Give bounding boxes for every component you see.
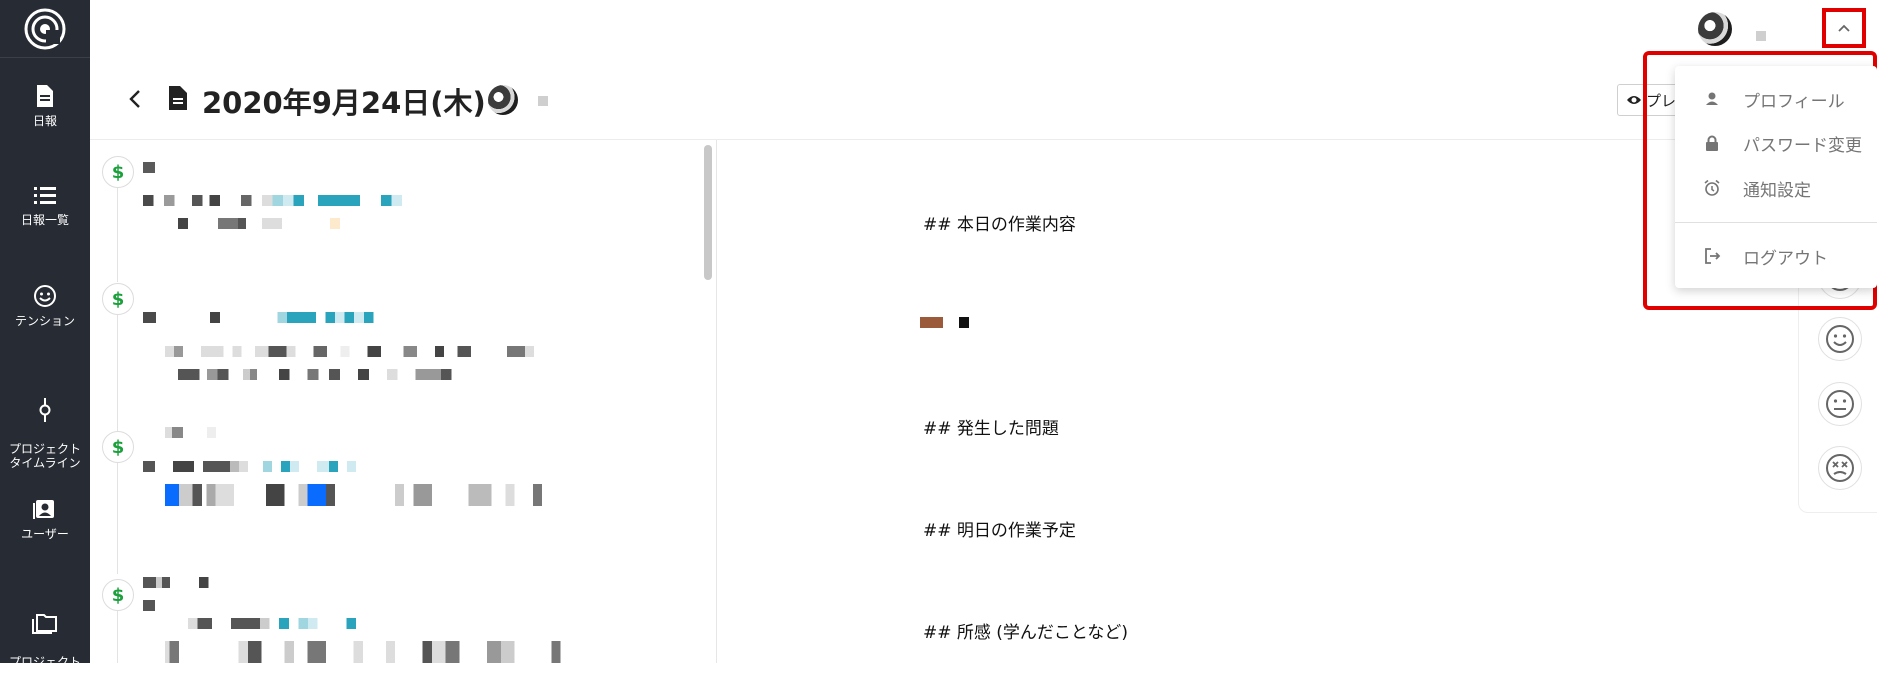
redacted-text-block xyxy=(920,317,980,328)
redacted-text-block xyxy=(143,577,223,588)
sidebar-item-label: プロジェクト 管理 xyxy=(8,655,81,683)
redacted-text-block xyxy=(178,369,538,380)
entry-badge-icon[interactable]: $ xyxy=(102,579,134,611)
redacted-text-block xyxy=(165,346,615,357)
app-logo[interactable] xyxy=(0,0,90,58)
redacted-text-block xyxy=(165,641,625,663)
logout-icon xyxy=(1705,248,1721,264)
markdown-heading-plan-tomorrow: ## 明日の作業予定 xyxy=(923,521,1076,541)
timeline-node-icon xyxy=(39,398,51,422)
menu-item-logout[interactable]: ログアウト xyxy=(1675,236,1877,276)
user-dropdown-menu: プロフィール パスワード変更 通知設定 ログアウト xyxy=(1675,66,1877,288)
entry-badge-icon[interactable]: $ xyxy=(102,156,134,188)
timeline-line xyxy=(117,610,118,663)
sidebar-item-label: テンション xyxy=(14,314,75,328)
sidebar-item-label: 日報一覧 xyxy=(20,213,69,227)
alarm-icon xyxy=(1704,179,1720,196)
file-document-icon xyxy=(37,85,53,107)
user-avatar[interactable] xyxy=(1698,12,1732,46)
redacted-text-block xyxy=(165,427,225,438)
sidebar-item-users[interactable]: ユーザー xyxy=(0,497,90,541)
menu-divider xyxy=(1675,222,1877,223)
author-name-redacted xyxy=(538,96,548,106)
entry-badge-icon[interactable]: $ xyxy=(102,431,134,463)
sidebar-item-project-timeline[interactable]: プロジェクト タイムライン xyxy=(0,384,90,470)
redacted-text-block xyxy=(165,484,625,506)
markdown-heading-work-today: ## 本日の作業内容 xyxy=(923,215,1076,235)
sidebar-item-daily-report[interactable]: 日報 xyxy=(0,84,90,128)
sidebar-item-tension[interactable]: テンション xyxy=(0,284,90,328)
app-logo-icon xyxy=(24,8,66,49)
folder-multiple-icon xyxy=(32,614,57,634)
neutral-face-icon xyxy=(1826,390,1854,418)
smiley-icon xyxy=(34,285,56,307)
markdown-editor[interactable] xyxy=(717,140,1797,663)
redacted-text-block xyxy=(178,218,378,229)
menu-item-label: プロフィール xyxy=(1743,91,1845,112)
sidebar-item-label: 日報 xyxy=(32,114,57,128)
timeline-line xyxy=(117,462,118,574)
redacted-text-block xyxy=(143,195,493,206)
lock-icon xyxy=(1706,135,1718,151)
menu-item-profile[interactable]: プロフィール xyxy=(1675,79,1877,119)
user-name-redacted xyxy=(1756,31,1766,41)
sidebar-item-label: ユーザー xyxy=(21,527,69,541)
smiley-icon xyxy=(1826,325,1854,353)
file-document-icon xyxy=(169,86,187,110)
eye-icon xyxy=(1627,96,1641,104)
sidebar-item-label: プロジェクト タイムライン xyxy=(8,442,81,470)
tension-option-smile[interactable] xyxy=(1818,317,1862,361)
tension-option-neutral[interactable] xyxy=(1818,382,1862,426)
redacted-text-block xyxy=(143,600,155,611)
user-menu-toggle-button[interactable] xyxy=(1822,8,1866,48)
menu-item-notification-settings[interactable]: 通知設定 xyxy=(1675,168,1877,208)
timeline-line xyxy=(117,186,118,282)
dizzy-face-icon xyxy=(1826,454,1854,482)
markdown-heading-impressions: ## 所感 (学んだことなど) xyxy=(923,623,1129,643)
menu-item-label: ログアウト xyxy=(1743,248,1828,269)
list-icon xyxy=(34,187,56,204)
redacted-text-block xyxy=(143,162,155,173)
menu-item-label: 通知設定 xyxy=(1743,180,1811,201)
account-box-icon xyxy=(33,500,54,519)
sidebar: 日報 日報一覧 テンション プロジェクト タイムライン ユーザー プロジェクト … xyxy=(0,0,90,683)
sidebar-item-project-management[interactable]: プロジェクト 管理 xyxy=(0,597,90,683)
redacted-text-block xyxy=(143,461,443,472)
page-title: 2020年9月24日(木) xyxy=(202,86,486,120)
menu-item-change-password[interactable]: パスワード変更 xyxy=(1675,123,1877,163)
top-bar xyxy=(90,0,1877,65)
chevron-up-icon xyxy=(1838,24,1850,32)
redacted-text-block xyxy=(188,618,428,629)
author-avatar xyxy=(488,85,518,115)
markdown-heading-problems: ## 発生した問題 xyxy=(923,419,1059,439)
account-icon xyxy=(1706,92,1718,105)
menu-item-label: パスワード変更 xyxy=(1743,135,1862,156)
timeline-scrollbar[interactable] xyxy=(704,145,712,280)
tension-option-dizzy[interactable] xyxy=(1818,446,1862,490)
timeline-line xyxy=(117,314,118,432)
entry-badge-icon[interactable]: $ xyxy=(102,283,134,315)
sidebar-item-daily-report-list[interactable]: 日報一覧 xyxy=(0,185,90,227)
redacted-text-block xyxy=(143,312,463,323)
back-chevron-icon[interactable] xyxy=(128,89,142,109)
